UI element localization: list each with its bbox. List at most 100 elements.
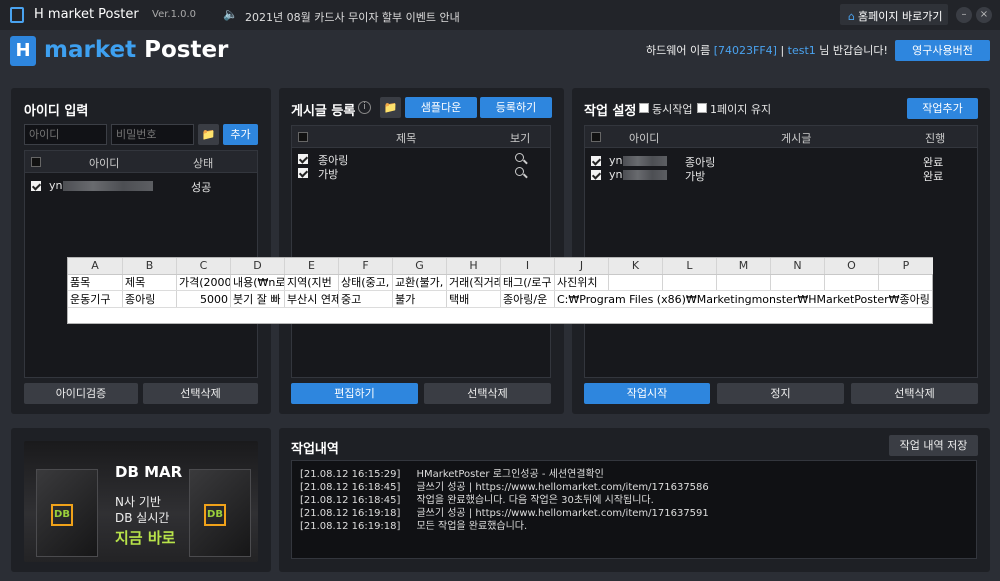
simultaneous-label: 동시작업 (652, 103, 693, 116)
sheet-cell[interactable] (771, 275, 825, 290)
sheet-cell[interactable] (663, 275, 717, 290)
sheet-col-header: G (393, 258, 447, 274)
col-view: 보기 (510, 132, 531, 145)
sheet-cell[interactable]: 부산시 연제 (285, 291, 339, 307)
sheet-cell[interactable]: 교환(불가, (393, 275, 447, 290)
sheet-cell[interactable] (825, 275, 879, 290)
sheet-col-header: E (285, 258, 339, 274)
row-checkbox[interactable] (31, 181, 41, 191)
job-table: 아이디 게시글 진행 yn 종아링 완료 yn 가방 완료 (584, 125, 978, 378)
search-icon[interactable] (515, 153, 524, 162)
delete-post-button[interactable]: 선택삭제 (424, 383, 551, 404)
app-name: H market Poster (34, 7, 139, 22)
sheet-cell[interactable]: 태그(/로구 (501, 275, 555, 290)
select-all-checkbox[interactable] (298, 132, 308, 142)
sheet-cell[interactable]: 종아링 (123, 291, 177, 307)
ad-banner[interactable]: DB DB MAR N사 기반 DB 실시간 지금 바로 DB (24, 441, 258, 562)
sheet-col-header: B (123, 258, 177, 274)
sheet-cell[interactable]: 가격(2000 (177, 275, 231, 290)
masked-id (623, 156, 667, 166)
sheet-cell[interactable] (609, 275, 663, 290)
select-all-checkbox[interactable] (591, 132, 601, 142)
close-button[interactable]: × (976, 7, 992, 23)
row-checkbox[interactable] (298, 154, 308, 164)
search-icon[interactable] (515, 167, 524, 176)
username: test1 (787, 44, 816, 57)
notice-link[interactable]: 2021년 08월 카드사 무이자 할부 이벤트 안내 (245, 9, 460, 25)
add-id-button[interactable]: 추가 (223, 124, 258, 145)
log-list[interactable]: [21.08.12 16:15:29] HMarketPoster 로그인성공 -… (291, 460, 977, 559)
greeting-text: 님 반갑습니다! (819, 44, 888, 57)
spreadsheet-row-1: 품목 제목 가격(2000 내용(₩n로 지역(지번 상태(중고, 교환(불가,… (68, 275, 932, 291)
delete-id-button[interactable]: 선택삭제 (143, 383, 258, 404)
id-input[interactable] (24, 124, 107, 145)
app-logo-icon (10, 7, 24, 23)
sheet-cell[interactable]: 종아링/운 (501, 291, 555, 307)
stop-job-button[interactable]: 정지 (717, 383, 844, 404)
keep-page-label: 1페이지 유지 (710, 103, 772, 116)
info-icon[interactable]: i (358, 101, 371, 114)
banner-cta: 지금 바로 (115, 529, 176, 547)
verify-id-button[interactable]: 아이디검증 (24, 383, 138, 404)
post-table: 제목 보기 종아링 가방 (291, 125, 551, 378)
speaker-icon: 🔈 (223, 7, 238, 21)
sheet-col-header: P (879, 258, 933, 274)
sheet-cell[interactable]: 운동기구 (68, 291, 123, 307)
job-id-cell: yn (609, 168, 623, 181)
folder-icon[interactable]: 📁 (198, 124, 219, 145)
log-entry: [21.08.12 16:19:18] 모든 작업을 완료했습니다. (300, 517, 527, 532)
product-box-image: DB (189, 469, 251, 557)
post-panel-title: 게시글 등록 (291, 104, 356, 119)
banner-line-2: N사 기반 (115, 495, 161, 509)
save-log-button[interactable]: 작업 내역 저장 (889, 435, 978, 456)
sheet-cell[interactable]: 지역(지번 (285, 275, 339, 290)
add-job-button[interactable]: 작업추가 (907, 98, 978, 119)
sheet-cell[interactable]: 택배 (447, 291, 501, 307)
sheet-cell[interactable]: 거래(직거래 (447, 275, 501, 290)
row-checkbox[interactable] (591, 156, 601, 166)
start-job-button[interactable]: 작업시작 (584, 383, 710, 404)
sheet-col-header: M (717, 258, 771, 274)
register-post-button[interactable]: 등록하기 (480, 97, 552, 118)
banner-line-3: DB 실시간 (115, 511, 170, 525)
sheet-cell[interactable]: 5000 (177, 291, 231, 307)
col-id: 아이디 (629, 132, 660, 145)
sheet-col-header: D (231, 258, 285, 274)
homepage-button[interactable]: ⌂ 홈페이지 바로가기 (840, 4, 948, 25)
edit-post-button[interactable]: 편집하기 (291, 383, 418, 404)
sheet-cell[interactable]: 상태(중고, (339, 275, 393, 290)
simultaneous-checkbox[interactable] (639, 103, 649, 113)
status-cell: 성공 (191, 181, 212, 194)
row-checkbox[interactable] (298, 168, 308, 178)
sheet-col-header: I (501, 258, 555, 274)
db-logo-icon: DB (51, 504, 73, 526)
col-post: 게시글 (781, 132, 812, 145)
sheet-cell[interactable]: 품목 (68, 275, 123, 290)
sheet-cell[interactable]: 불가 (393, 291, 447, 307)
select-all-checkbox[interactable] (31, 157, 41, 167)
folder-icon[interactable]: 📁 (380, 97, 401, 118)
log-timestamp: [21.08.12 16:19:18] (300, 521, 401, 532)
delete-job-button[interactable]: 선택삭제 (851, 383, 978, 404)
col-progress: 진행 (925, 132, 946, 145)
masked-id (623, 170, 667, 180)
sheet-cell[interactable] (879, 275, 933, 290)
sheet-cell[interactable]: C:₩Program Files (x86)₩Marketingmonster₩… (555, 291, 933, 307)
sheet-cell[interactable]: 중고 (339, 291, 393, 307)
sheet-col-header: O (825, 258, 879, 274)
hardware-label: 하드웨어 이름 (646, 44, 711, 57)
row-checkbox[interactable] (591, 170, 601, 180)
sample-download-button[interactable]: 샘플다운 (405, 97, 477, 118)
sheet-cell[interactable] (717, 275, 771, 290)
license-button[interactable]: 영구사용버전 (895, 40, 990, 61)
sheet-cell[interactable]: 붓기 잘 빠 (231, 291, 285, 307)
job-panel-title: 작업 설정 (584, 104, 637, 119)
keep-page-checkbox[interactable] (697, 103, 707, 113)
sheet-cell[interactable]: 제목 (123, 275, 177, 290)
minimize-button[interactable]: – (956, 7, 972, 23)
id-cell: yn (49, 179, 63, 192)
sheet-cell[interactable]: 사진위치 (555, 275, 609, 290)
sheet-cell[interactable]: 내용(₩n로 (231, 275, 285, 290)
password-input[interactable] (111, 124, 194, 145)
brand-title-poster: Poster (136, 37, 229, 63)
